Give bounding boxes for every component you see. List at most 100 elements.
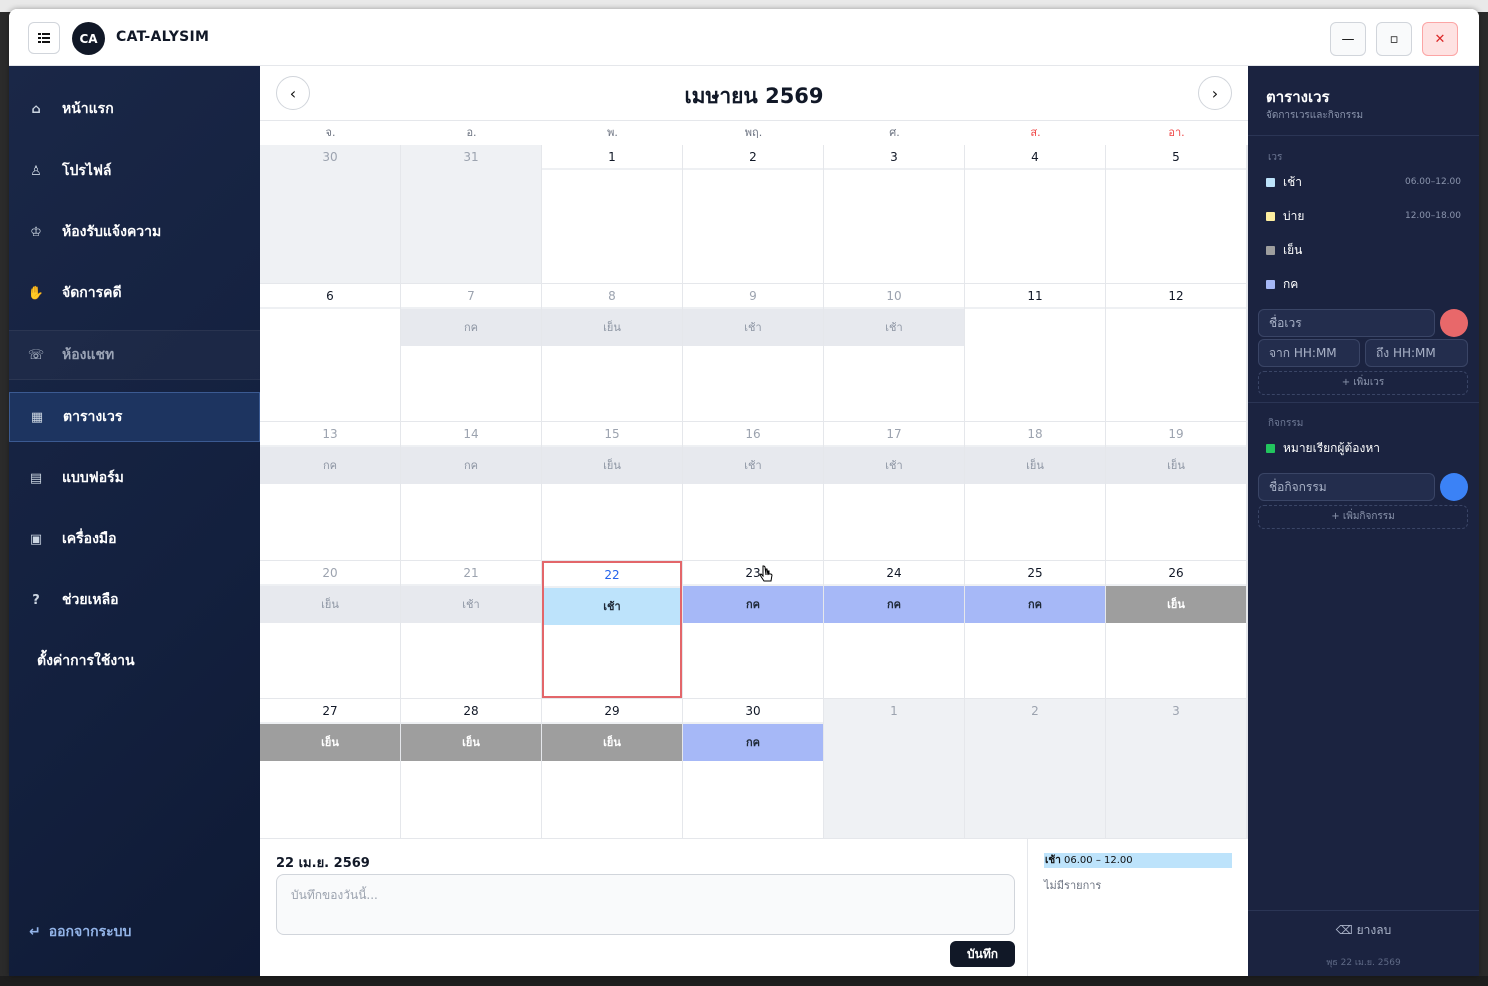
shift-legend-kk[interactable]: กค (1266, 274, 1461, 294)
activity-name-input[interactable]: ชื่อกิจกรรม (1258, 473, 1435, 501)
menu-button[interactable] (28, 22, 60, 54)
calendar-day-cell[interactable]: 1 (824, 699, 964, 838)
activity-legend-item[interactable]: หมายเรียกผู้ต้องหา (1266, 438, 1461, 458)
calendar-day-cell[interactable]: 31 (401, 145, 541, 283)
sidebar-item-chat[interactable]: ☏ ห้องแชท (9, 330, 260, 380)
calendar-day-cell[interactable]: 10 เช้า (824, 284, 964, 421)
save-note-button[interactable]: บันทึก (950, 941, 1015, 967)
day-number: 3 (1172, 704, 1180, 718)
sidebar-item-schedule[interactable]: ▦ ตารางเวร (9, 392, 260, 442)
shift-chip[interactable]: กค (683, 724, 823, 761)
day-number: 17 (824, 422, 964, 447)
logout-button[interactable]: ↵ ออกจากระบบ (29, 921, 131, 943)
calendar-day-cell[interactable]: 8 เย็น (542, 284, 682, 421)
calendar-day-cell[interactable]: 18 เย็น (965, 422, 1105, 560)
shift-chip[interactable]: เย็น (260, 724, 400, 761)
shift-chip[interactable]: กค (401, 447, 541, 484)
eraser-button[interactable]: ⌫ ยางลบ (1248, 921, 1479, 940)
shift-legend-evening[interactable]: เย็น (1266, 240, 1461, 260)
calendar-day-cell[interactable]: 27 เย็น (260, 699, 400, 838)
maximize-button[interactable]: ▫ (1376, 22, 1412, 56)
sidebar-item-settings[interactable]: ตั้งค่าการใช้งาน (9, 636, 260, 686)
weekday-label: พ. (607, 126, 618, 139)
calendar-day-cell[interactable]: 11 (965, 284, 1105, 421)
calendar-day-cell[interactable]: 25 กค (965, 561, 1105, 698)
shift-chip[interactable]: กค (965, 586, 1105, 623)
app-title: CAT-ALYSIM (116, 29, 210, 45)
calendar-day-cell[interactable]: 17 เช้า (824, 422, 964, 560)
shift-chip[interactable]: เย็น (542, 309, 682, 346)
calendar-day-cell[interactable]: 19 เย็น (1106, 422, 1246, 560)
shift-chip[interactable]: เช้า (683, 447, 823, 484)
shift-chip[interactable]: กค (683, 586, 823, 623)
day-number: 18 (965, 422, 1105, 447)
calendar-day-cell[interactable]: 20 เย็น (260, 561, 400, 698)
shift-chip[interactable]: เย็น (1106, 586, 1246, 623)
sidebar-item-report-room[interactable]: ♔ ห้องรับแจ้งความ (9, 207, 260, 257)
sidebar: ⌂ หน้าแรก ♙ โปรไฟล์ ♔ ห้องรับแจ้งความ ✋ จัดก… (9, 66, 260, 976)
calendar-day-cell[interactable]: 24 กค (824, 561, 964, 698)
day-number: 30 (322, 150, 338, 164)
calendar-day-cell[interactable]: 4 (965, 145, 1105, 283)
sidebar-item-home[interactable]: ⌂ หน้าแรก (9, 84, 260, 134)
next-month-button[interactable]: › (1198, 76, 1232, 110)
calendar-day-cell[interactable]: 5 (1106, 145, 1246, 283)
shift-chip[interactable]: กค (824, 586, 964, 623)
sidebar-item-forms[interactable]: ▤ แบบฟอร์ม (9, 453, 260, 503)
day-shift-time: 06.00 – 12.00 (1060, 855, 1133, 866)
shift-chip[interactable]: เย็น (260, 586, 400, 623)
shift-from-input[interactable]: จาก HH:MM (1258, 339, 1360, 367)
calendar-day-cell[interactable]: 1 (542, 145, 682, 283)
calendar-day-cell[interactable]: 2 (683, 145, 823, 283)
sidebar-item-help[interactable]: ? ช่วยเหลือ (9, 575, 260, 625)
sidebar-item-cases[interactable]: ✋ จัดการคดี (9, 268, 260, 318)
sidebar-item-tools[interactable]: ▣ เครื่องมือ (9, 514, 260, 564)
close-button[interactable]: ✕ (1422, 22, 1458, 56)
calendar-day-cell[interactable]: 2 (965, 699, 1105, 838)
calendar-day-cell[interactable]: 3 (1106, 699, 1246, 838)
calendar-day-cell[interactable]: 15 เย็น (542, 422, 682, 560)
shift-legend-afternoon[interactable]: บ่าย 12.00–18.00 (1266, 206, 1461, 226)
shift-chip[interactable]: เช้า (824, 309, 964, 346)
calendar-day-cell[interactable]: 21 เช้า (401, 561, 541, 698)
calendar-day-cell[interactable]: 9 เช้า (683, 284, 823, 421)
day-note-input[interactable]: บันทึกของวันนี้... (276, 874, 1015, 935)
calendar-day-cell[interactable]: 16 เช้า (683, 422, 823, 560)
calendar-day-cell[interactable]: 13 กค (260, 422, 400, 560)
calendar-day-cell[interactable]: 12 (1106, 284, 1246, 421)
shift-chip[interactable]: เช้า (683, 309, 823, 346)
shift-chip[interactable]: เย็น (542, 447, 682, 484)
calendar-day-cell[interactable]: 30 กค (683, 699, 823, 838)
shift-chip[interactable]: เย็น (542, 724, 682, 761)
shift-name-input[interactable]: ชื่อเวร (1258, 309, 1435, 337)
shift-color-picker[interactable] (1440, 309, 1468, 337)
calendar-day-cell[interactable]: 23 กค (683, 561, 823, 698)
shift-chip[interactable]: กค (401, 309, 541, 346)
shift-chip[interactable]: กค (260, 447, 400, 484)
shift-to-input[interactable]: ถึง HH:MM (1365, 339, 1468, 367)
calendar-day-cell[interactable]: 6 (260, 284, 400, 421)
title-bar: CA CAT-ALYSIM — ▫ ✕ (9, 9, 1479, 66)
calendar-day-cell[interactable]: 29 เย็น (542, 699, 682, 838)
activity-color-picker[interactable] (1440, 473, 1468, 501)
calendar-day-cell[interactable]: 14 กค (401, 422, 541, 560)
day-number: 29 (542, 699, 682, 724)
calendar-day-cell[interactable]: 3 (824, 145, 964, 283)
shift-legend-morning[interactable]: เช้า 06.00–12.00 (1266, 172, 1461, 192)
activity-name: หมายเรียกผู้ต้องหา (1283, 440, 1380, 455)
shift-chip[interactable]: เย็น (1106, 447, 1246, 484)
shift-chip[interactable]: เช้า (401, 586, 541, 623)
calendar-day-cell[interactable]: 26 เย็น (1106, 561, 1246, 698)
shift-chip[interactable]: เย็น (965, 447, 1105, 484)
calendar-day-cell[interactable]: 22 เช้า (542, 561, 682, 698)
add-activity-button[interactable]: + เพิ่มกิจกรรม (1258, 505, 1468, 529)
calendar-day-cell[interactable]: 28 เย็น (401, 699, 541, 838)
add-shift-button[interactable]: + เพิ่มเวร (1258, 371, 1468, 395)
shift-chip[interactable]: เย็น (401, 724, 541, 761)
calendar-day-cell[interactable]: 7 กค (401, 284, 541, 421)
shift-chip[interactable]: เช้า (824, 447, 964, 484)
calendar-day-cell[interactable]: 30 (260, 145, 400, 283)
minimize-button[interactable]: — (1330, 22, 1366, 56)
shift-chip[interactable]: เช้า (544, 588, 680, 625)
sidebar-item-profile[interactable]: ♙ โปรไฟล์ (9, 146, 260, 196)
